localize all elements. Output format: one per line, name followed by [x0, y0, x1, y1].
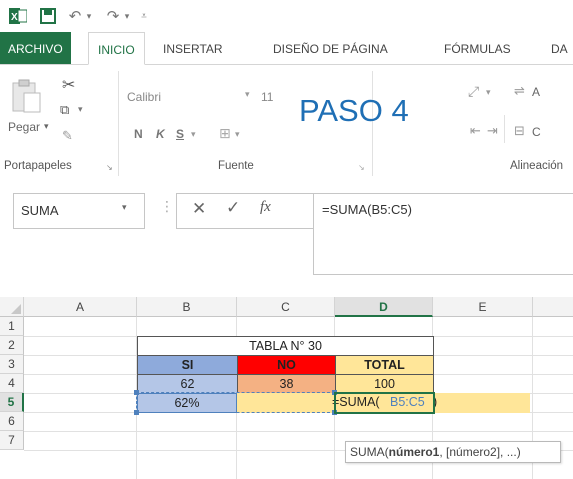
tooltip-arg1[interactable]: número1	[389, 445, 440, 459]
range-handle[interactable]	[332, 390, 337, 395]
redo-dropdown-icon[interactable]: ▾	[122, 6, 132, 26]
ribbon: Pegar ▾ ✂ ⧉ ▾ ✎ Portapapeles ↘ Calibri ▾…	[0, 65, 573, 184]
orientation-icon[interactable]: ⤢	[468, 83, 479, 100]
tab-formulas[interactable]: FÓRMULAS	[444, 32, 511, 64]
tooltip-rest: , [número2], ...)	[439, 445, 521, 459]
alignment-group-label: Alineación	[510, 160, 564, 172]
font-name-dropdown-icon[interactable]: ▾	[245, 89, 250, 100]
tooltip-prefix: SUMA(	[350, 445, 389, 459]
customize-qat-icon[interactable]: ⩡	[138, 6, 150, 26]
clipboard-group-label: Portapapeles	[4, 160, 72, 172]
paste-label[interactable]: Pegar	[8, 120, 40, 134]
percent-si-cell[interactable]: 62%	[137, 393, 237, 413]
cut-icon[interactable]: ✂	[62, 75, 75, 95]
paste-icon[interactable]	[10, 79, 42, 118]
value-si-cell[interactable]: 62	[137, 374, 238, 394]
svg-text:X: X	[11, 12, 18, 23]
column-header-c[interactable]: C	[237, 297, 335, 317]
function-tooltip[interactable]: SUMA(número1, [número2], ...)	[345, 441, 561, 463]
font-group-label: Fuente	[218, 160, 254, 172]
excel-icon[interactable]: X	[8, 6, 28, 26]
column-header-f[interactable]	[533, 297, 573, 317]
italic-button[interactable]: K	[156, 127, 165, 141]
font-launcher-icon[interactable]: ↘	[358, 163, 365, 172]
wrap-text-label[interactable]: A	[532, 85, 540, 99]
copy-icon[interactable]: ⧉	[60, 102, 69, 118]
header-si-cell[interactable]: SI	[137, 355, 238, 375]
row-header-1[interactable]: 1	[0, 317, 24, 336]
clipboard-launcher-icon[interactable]: ↘	[106, 163, 113, 172]
row-header-7[interactable]: 7	[0, 431, 24, 450]
underline-dropdown-icon[interactable]: ▾	[191, 129, 196, 140]
underline-button[interactable]: S	[176, 127, 184, 141]
undo-dropdown-icon[interactable]: ▾	[84, 6, 94, 26]
formula-edit-prefix: =SUMA(	[332, 395, 380, 409]
orientation-dropdown-icon[interactable]: ▾	[486, 87, 491, 98]
row-header-4[interactable]: 4	[0, 374, 24, 393]
formula-bar-grip-icon: ⋮	[160, 198, 174, 214]
separator	[504, 115, 505, 143]
borders-icon[interactable]: ⊞	[219, 125, 231, 142]
tab-archivo[interactable]: ARCHIVO	[0, 32, 71, 64]
quick-access-toolbar: X ↶ ▾ ↷ ▾ ⩡	[0, 0, 573, 32]
paste-dropdown-icon[interactable]: ▾	[44, 121, 49, 132]
copy-dropdown-icon[interactable]: ▾	[78, 104, 83, 115]
cancel-entry-icon[interactable]: ✕	[192, 199, 206, 219]
select-all-corner[interactable]	[0, 297, 24, 317]
wrap-text-icon[interactable]: ⇌	[514, 83, 525, 99]
row-header-2[interactable]: 2	[0, 336, 24, 355]
range-handle[interactable]	[332, 410, 337, 415]
save-icon[interactable]	[38, 6, 58, 26]
redo-icon[interactable]: ↷	[104, 6, 122, 26]
header-total-cell[interactable]: TOTAL	[335, 355, 434, 375]
insert-function-icon[interactable]: fx	[260, 199, 271, 216]
format-painter-icon[interactable]: ✎	[62, 128, 73, 144]
enter-entry-icon[interactable]: ✓	[226, 198, 240, 218]
decrease-indent-icon[interactable]: ⇤	[470, 123, 481, 139]
borders-dropdown-icon[interactable]: ▾	[235, 129, 240, 140]
row-header-3[interactable]: 3	[0, 355, 24, 374]
formula-edit-suffix: )	[433, 395, 438, 409]
tab-insertar[interactable]: INSERTAR	[163, 32, 223, 64]
value-no-cell[interactable]: 38	[237, 374, 336, 394]
font-size-select[interactable]: 11	[258, 87, 284, 107]
header-no-cell[interactable]: NO	[237, 355, 336, 375]
column-header-e[interactable]: E	[433, 297, 533, 317]
row-header-5[interactable]: 5	[0, 393, 24, 412]
range-handle[interactable]	[134, 390, 139, 395]
bold-button[interactable]: N	[134, 127, 143, 141]
separator	[118, 71, 119, 176]
range-handle[interactable]	[134, 410, 139, 415]
tab-inicio[interactable]: INICIO	[88, 32, 145, 65]
column-header-a[interactable]: A	[24, 297, 137, 317]
formula-edit-cell[interactable]: =SUMA( B5:C5)	[237, 393, 530, 413]
formula-edit-ref: B5:C5	[390, 395, 425, 409]
merge-center-icon[interactable]: ⊟	[514, 123, 525, 139]
font-name-select[interactable]: Calibri	[124, 87, 254, 107]
tab-diseno-pagina[interactable]: DISEÑO DE PÁGINA	[273, 32, 388, 64]
value-total-cell[interactable]: 100	[335, 374, 434, 394]
merge-center-label[interactable]: C	[532, 125, 541, 139]
row-header-6[interactable]: 6	[0, 412, 24, 431]
name-box-dropdown-icon[interactable]: ▾	[122, 202, 127, 213]
tab-datos[interactable]: DA	[551, 32, 568, 64]
paso-overlay-text: PASO 4	[299, 93, 409, 128]
column-header-d[interactable]: D	[335, 297, 433, 317]
formula-input[interactable]: =SUMA(B5:C5)	[313, 193, 573, 275]
increase-indent-icon[interactable]: ⇥	[487, 123, 498, 139]
ribbon-tabs: ARCHIVO INICIO INSERTAR DISEÑO DE PÁGINA…	[0, 32, 573, 65]
table-title-cell[interactable]: TABLA N° 30	[137, 336, 434, 356]
column-header-b[interactable]: B	[137, 297, 237, 317]
undo-icon[interactable]: ↶	[66, 6, 84, 26]
